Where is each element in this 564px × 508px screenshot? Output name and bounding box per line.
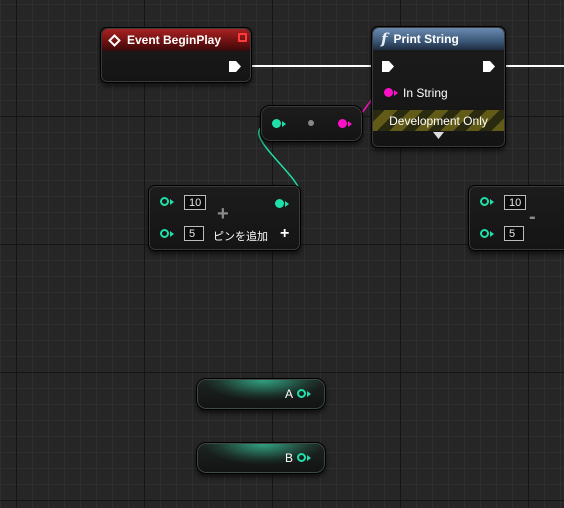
add-operator-symbol: + [217,203,229,225]
conversion-input-arrow-icon [282,121,286,127]
variable-b-output-pin-icon[interactable] [297,453,306,462]
subtract-b-arrow-icon [490,231,494,237]
subtract-b-input[interactable]: 5 [504,226,524,241]
conversion-input-pin-icon[interactable] [272,119,281,128]
exec-output-pin-icon[interactable] [228,60,242,73]
variable-b-output-arrow-icon [307,455,311,461]
delegate-pin-icon[interactable] [238,33,247,42]
add-b-pin-icon[interactable] [160,229,169,238]
event-node-header: Event BeginPlay [102,29,250,51]
event-node-title: Event BeginPlay [127,33,222,47]
add-node[interactable]: 10 5 + ピンを追加 + [148,185,301,251]
print-string-node[interactable]: f Print String In String Development Onl… [371,26,506,148]
subtract-b-pin-icon[interactable] [480,229,489,238]
add-a-pin-icon[interactable] [160,197,169,206]
print-node-title: Print String [393,32,459,46]
variable-a-label: A [285,387,294,401]
add-a-arrow-icon [170,199,174,205]
in-string-pin-icon[interactable] [384,88,393,97]
expand-triangle-icon[interactable] [433,132,444,139]
add-pin-label[interactable]: ピンを追加 [213,228,268,244]
development-only-label: Development Only [389,113,488,128]
add-a-input[interactable]: 10 [184,195,207,210]
exec-input-pin-icon[interactable] [381,60,395,73]
conversion-dot-icon [308,120,314,126]
event-diamond-icon [108,33,121,47]
subtract-a-input[interactable]: 10 [504,195,527,210]
subtract-node[interactable]: 10 5 - [468,185,564,251]
exec-output-pin-icon[interactable] [482,60,496,73]
plus-icon[interactable]: + [280,226,289,242]
variable-a-output-arrow-icon [307,391,311,397]
print-node-header: f Print String [373,28,504,50]
add-b-input[interactable]: 5 [184,226,204,241]
subtract-a-pin-icon[interactable] [480,197,489,206]
subtract-a-arrow-icon [490,199,494,205]
add-output-arrow-icon [285,201,289,207]
conversion-node[interactable] [260,105,363,142]
add-b-arrow-icon [170,231,174,237]
in-string-label: In String [403,86,448,100]
variable-b-label: B [285,451,294,465]
variable-b-node[interactable]: B [196,442,326,474]
variable-a-output-pin-icon[interactable] [297,389,306,398]
conversion-output-pin-icon[interactable] [338,119,347,128]
event-beginplay-node[interactable]: Event BeginPlay [100,27,252,83]
variable-a-node[interactable]: A [196,378,326,410]
in-string-pin-arrow-icon [394,90,398,96]
conversion-output-arrow-icon [348,121,352,127]
development-only-banner: Development Only [373,110,504,131]
subtract-operator-symbol: - [529,206,536,228]
function-f-icon: f [381,30,388,48]
add-output-pin-icon[interactable] [275,199,284,208]
